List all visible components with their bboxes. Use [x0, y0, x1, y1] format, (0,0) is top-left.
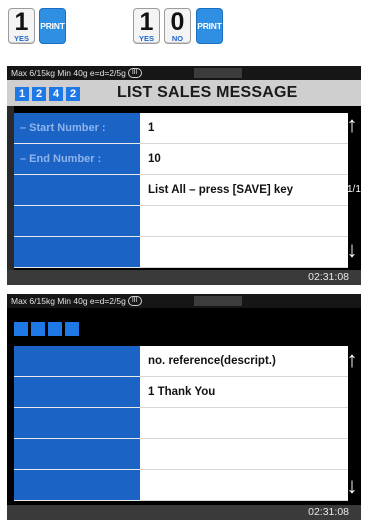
row-value — [140, 206, 348, 237]
menu-code-digit: 2 — [66, 87, 80, 101]
status-footer: 02:31:08 — [7, 505, 361, 520]
key-sub-label: YES — [13, 34, 29, 43]
up-arrow-icon[interactable]: ↑ — [341, 111, 361, 139]
row-value — [140, 439, 348, 470]
row-label — [14, 377, 140, 408]
accuracy-class-badge: III — [127, 68, 142, 78]
up-arrow-icon[interactable]: ↑ — [341, 346, 361, 374]
print-key-label: PRINT — [40, 21, 65, 31]
table-row-start-number[interactable]: – Start Number : 1 — [14, 113, 348, 144]
list-sales-message-screen: Max 6/15kg Min 40g e=d=2/5g III 1 2 4 2 … — [7, 66, 361, 285]
key-0-no[interactable]: 0 NO — [164, 8, 191, 44]
key-sub-label: YES — [138, 34, 154, 43]
sales-message-list-screen: Max 6/15kg Min 40g e=d=2/5g III no. refe… — [7, 294, 361, 520]
table-row — [14, 206, 348, 237]
table-row — [14, 439, 348, 470]
table-row — [14, 470, 348, 501]
scale-spec-text: Max 6/15kg Min 40g e=d=2/5g — [11, 68, 126, 78]
key-1-yes[interactable]: 1 YES — [8, 8, 35, 44]
row-label — [14, 206, 140, 237]
row-value — [140, 408, 348, 439]
row-label — [14, 346, 140, 377]
menu-code-box — [65, 322, 79, 336]
row-label: – Start Number : — [14, 113, 140, 144]
table-row — [14, 237, 348, 268]
message-entry[interactable]: 1 Thank You — [140, 377, 348, 408]
print-key-label: PRINT — [197, 21, 222, 31]
left-panel-edge — [7, 106, 14, 270]
page-title: LIST SALES MESSAGE — [117, 84, 298, 101]
page-indicator: 1/1 — [347, 184, 361, 195]
row-label: – End Number : — [14, 144, 140, 175]
menu-code-box — [14, 322, 28, 336]
row-label — [14, 408, 140, 439]
start-number-field[interactable]: 1 — [140, 113, 348, 144]
menu-code-digit: 2 — [32, 87, 46, 101]
table-row-header: no. reference(descript.) — [14, 346, 348, 377]
menu-code-box — [31, 322, 45, 336]
key-sub-label: NO — [171, 34, 184, 43]
down-arrow-icon[interactable]: ↓ — [341, 472, 361, 500]
row-value — [140, 470, 348, 501]
status-bar: Max 6/15kg Min 40g e=d=2/5g III — [7, 294, 361, 308]
down-arrow-icon[interactable]: ↓ — [341, 236, 361, 264]
menu-code-digit: 4 — [49, 87, 63, 101]
row-label — [14, 175, 140, 206]
clock: 02:31:08 — [308, 271, 349, 283]
row-label — [14, 439, 140, 470]
screen-header: 1 2 4 2 LIST SALES MESSAGE — [7, 80, 361, 106]
clock: 02:31:08 — [308, 506, 349, 518]
menu-code-box — [48, 322, 62, 336]
status-indicator — [194, 68, 242, 78]
column-header: no. reference(descript.) — [140, 346, 348, 377]
list-all-hint: List All – press [SAVE] key — [140, 175, 348, 206]
status-bar: Max 6/15kg Min 40g e=d=2/5g III — [7, 66, 361, 80]
key-digit: 1 — [14, 8, 29, 36]
table-row-list-all[interactable]: List All – press [SAVE] key — [14, 175, 348, 206]
end-number-field[interactable]: 10 — [140, 144, 348, 175]
row-label — [14, 237, 140, 268]
key-digit: 0 — [170, 8, 185, 36]
scale-spec-text: Max 6/15kg Min 40g e=d=2/5g — [11, 296, 126, 306]
accuracy-class-badge: III — [127, 296, 142, 306]
row-value — [140, 237, 348, 268]
print-key[interactable]: PRINT — [196, 8, 223, 44]
key-1-yes[interactable]: 1 YES — [133, 8, 160, 44]
table-row[interactable]: 1 Thank You — [14, 377, 348, 408]
key-digit: 1 — [139, 8, 154, 36]
table-row-end-number[interactable]: – End Number : 10 — [14, 144, 348, 175]
row-label — [14, 470, 140, 501]
table-row — [14, 408, 348, 439]
menu-code-digit: 1 — [15, 87, 29, 101]
status-indicator — [194, 296, 242, 306]
print-key[interactable]: PRINT — [39, 8, 66, 44]
status-footer: 02:31:08 — [7, 270, 361, 285]
